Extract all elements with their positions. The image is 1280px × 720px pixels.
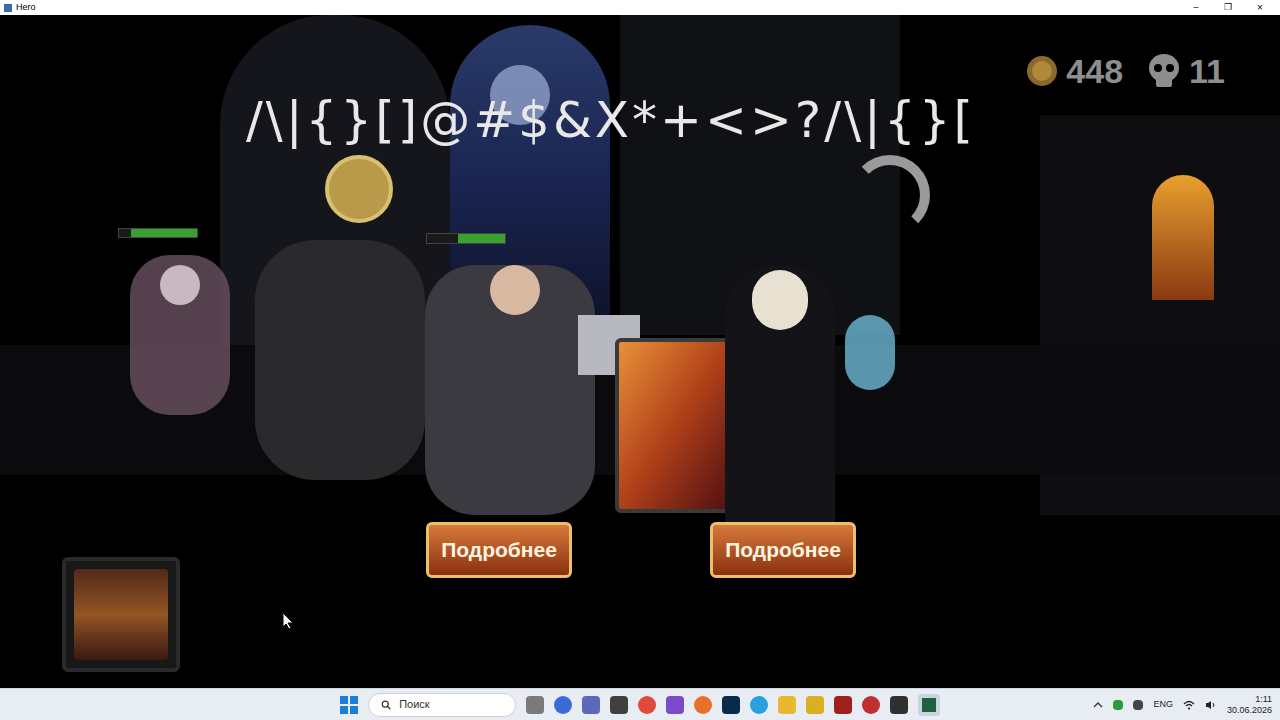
chevron-up-icon[interactable] (1093, 700, 1103, 710)
search-icon (381, 699, 391, 711)
app-icon[interactable] (862, 696, 880, 714)
health-fill (131, 229, 197, 237)
dragon-card[interactable] (615, 338, 735, 513)
minimize-button[interactable]: – (1180, 3, 1212, 12)
skill-icon (74, 569, 168, 660)
folder-icon[interactable] (778, 696, 796, 714)
app-icon[interactable] (582, 696, 600, 714)
clock[interactable]: 1:11 30.06.2026 (1227, 694, 1272, 716)
windows-icon[interactable] (340, 696, 358, 714)
language-indicator[interactable]: ENG (1153, 698, 1173, 712)
scythe-blade (850, 155, 930, 235)
search-box[interactable] (368, 693, 516, 717)
visual-studio-icon[interactable] (666, 696, 684, 714)
skeleton-figure[interactable] (255, 240, 425, 480)
game-scene: 448 11 /\|{}[]@#$&X*+<>?/\|{}[ Под (0, 15, 1280, 688)
window-title: Hero (16, 3, 36, 12)
tray-icon[interactable] (1113, 700, 1123, 710)
skill-slot[interactable] (62, 557, 180, 672)
button-row: Подробнее Подробнее (426, 522, 856, 578)
search-input[interactable] (399, 696, 503, 713)
taskview-icon[interactable] (526, 696, 544, 714)
details-button[interactable]: Подробнее (710, 522, 856, 578)
tray-icon[interactable] (1133, 700, 1143, 710)
health-bar (426, 233, 506, 244)
glitch-banner: /\|{}[]@#$&X*+<>?/\|{}[ (246, 95, 976, 145)
terminal-icon[interactable] (890, 696, 908, 714)
skull-wisp (845, 315, 895, 390)
hero-app-icon (922, 698, 936, 712)
chrome-icon[interactable] (638, 696, 656, 714)
title-bar: Hero – ❐ × (0, 0, 1280, 15)
details-button[interactable]: Подробнее (426, 522, 572, 578)
taskbar: ENG 1:11 30.06.2026 (0, 688, 1280, 720)
health-fill (458, 234, 505, 243)
hero-task-button[interactable] (918, 694, 940, 716)
app-icon[interactable] (834, 696, 852, 714)
lit-window (1152, 175, 1214, 300)
skull-count: 11 (1189, 54, 1225, 88)
telegram-icon[interactable] (750, 696, 768, 714)
firefox-icon[interactable] (694, 696, 712, 714)
app-icon[interactable] (806, 696, 824, 714)
app-icon (4, 4, 12, 12)
sorceress-head (160, 265, 200, 305)
health-bar (118, 228, 198, 238)
wifi-icon[interactable] (1183, 700, 1195, 710)
app-icon[interactable] (610, 696, 628, 714)
coin-icon (1026, 55, 1058, 87)
photoshop-icon[interactable] (722, 696, 740, 714)
hud: 448 11 (1026, 53, 1225, 89)
coin-count: 448 (1066, 54, 1123, 88)
cursor-icon (282, 612, 294, 630)
volume-icon[interactable] (1205, 700, 1217, 710)
app-icon[interactable] (554, 696, 572, 714)
dwarf-head (490, 265, 540, 315)
close-button[interactable]: × (1244, 3, 1276, 13)
necromancer-head (752, 270, 808, 330)
skull-icon (1147, 53, 1181, 89)
maximize-button[interactable]: ❐ (1212, 3, 1244, 12)
coin-icon[interactable] (325, 155, 393, 223)
